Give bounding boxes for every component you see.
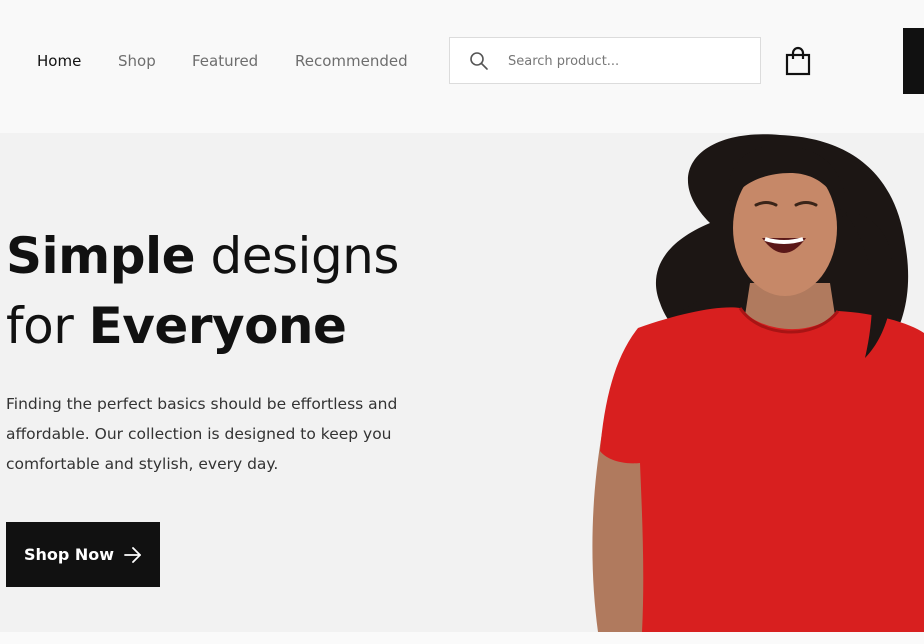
shop-now-label: Shop Now (23, 545, 115, 564)
cart-button[interactable] (784, 46, 812, 76)
hero-title-bold-1: Simple (6, 227, 196, 285)
nav-shop-link[interactable]: Shop (118, 50, 156, 72)
search-input[interactable] (508, 49, 748, 73)
search-icon[interactable] (469, 51, 489, 71)
site-header: Home Shop Featured Recommended (0, 0, 924, 133)
shopping-bag-icon (785, 46, 811, 76)
hero-title-bold-2: Everyone (88, 297, 347, 355)
nav-featured-link[interactable]: Featured (192, 50, 258, 72)
hero-model-image (592, 134, 924, 632)
arrow-right-icon (124, 546, 141, 563)
search-box[interactable] (449, 37, 761, 84)
hero-title: Simple designs for Everyone (6, 221, 399, 361)
shop-now-button[interactable]: Shop Now (6, 522, 160, 587)
nav-recommended-link[interactable]: Recommended (295, 50, 408, 72)
page-bottom-strip (0, 632, 924, 644)
hero-title-text-2: for (6, 297, 74, 355)
hero-title-text-1: designs (210, 227, 400, 285)
hero-section: Simple designs for Everyone Finding the … (0, 133, 924, 632)
nav-home-link[interactable]: Home (37, 50, 81, 72)
account-button-edge[interactable] (903, 28, 924, 94)
hero-description: Finding the perfect basics should be eff… (6, 395, 398, 473)
